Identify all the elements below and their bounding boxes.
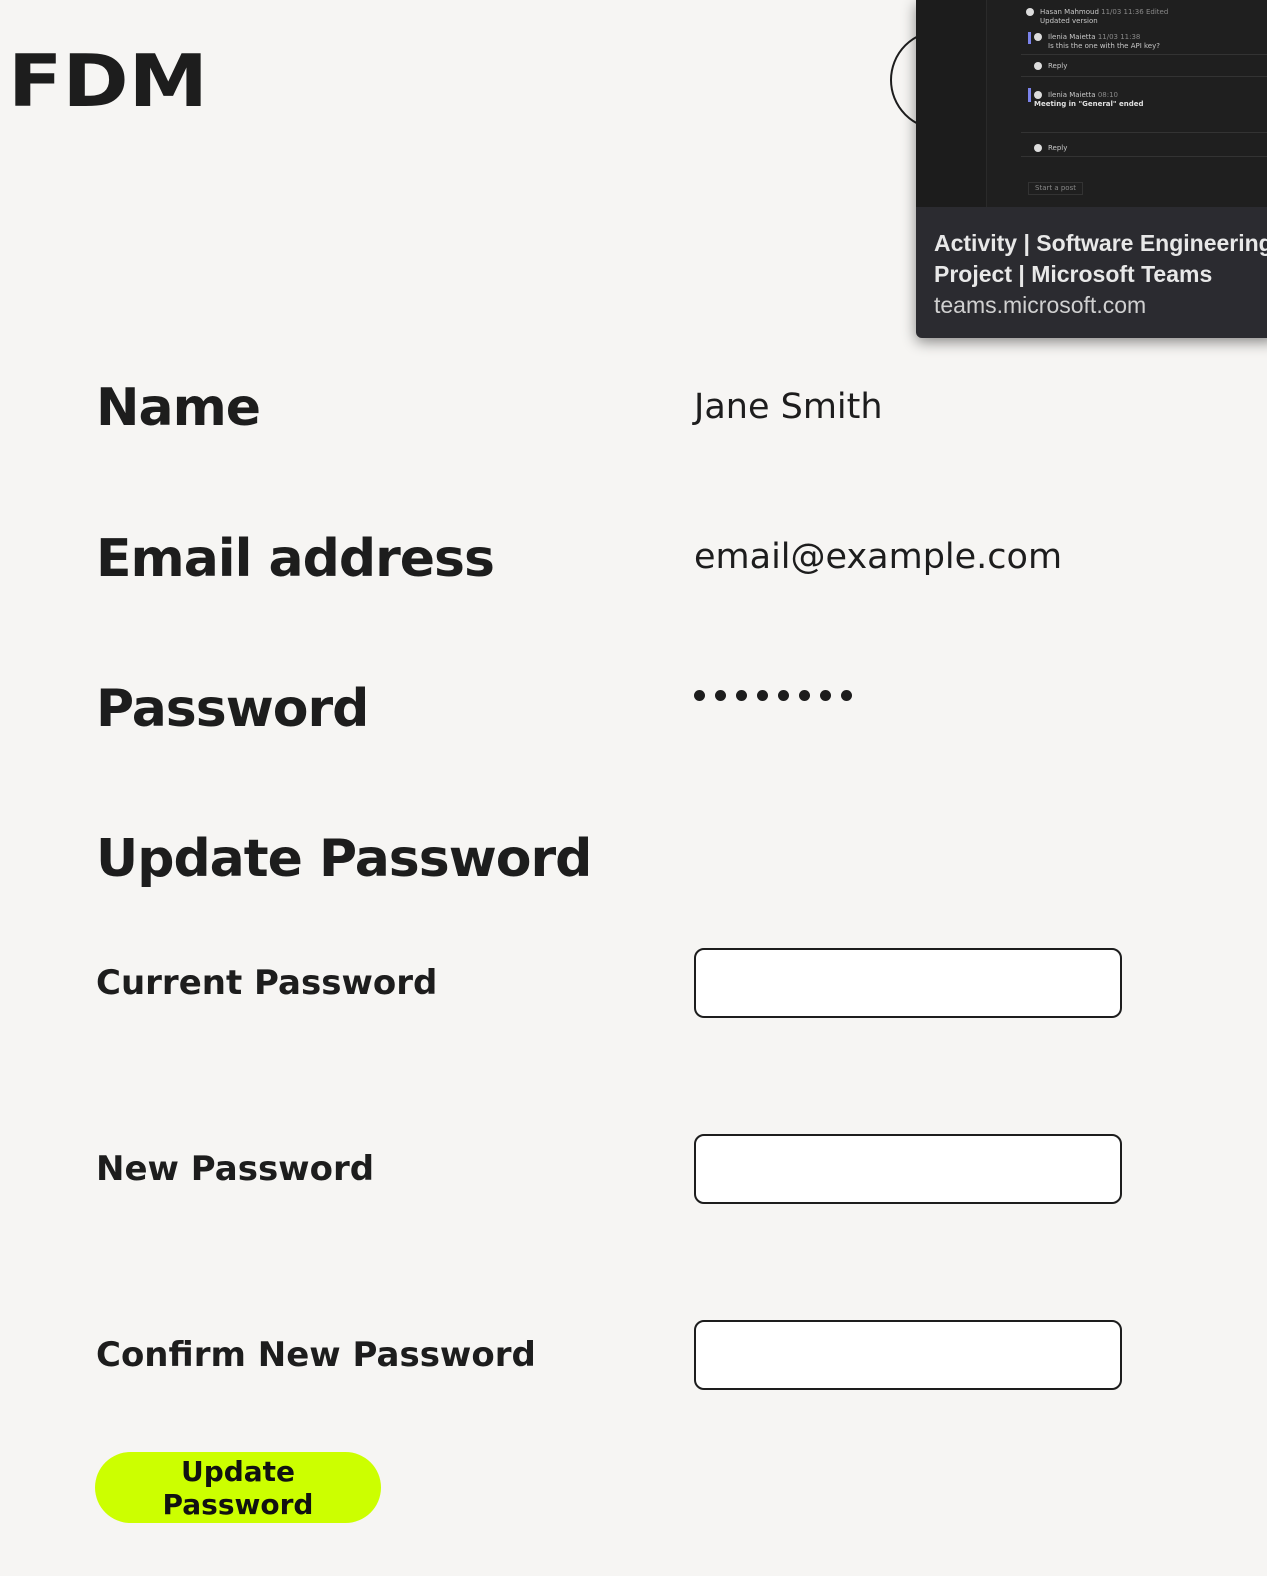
password-dot bbox=[736, 690, 747, 701]
name-value: Jane Smith bbox=[694, 387, 883, 427]
avatar bbox=[1034, 33, 1042, 41]
thumbnail-message: Hasan Mahmoud 11/03 11:36 Edited Updated … bbox=[1026, 8, 1168, 26]
password-label: Password bbox=[96, 679, 369, 739]
password-dot bbox=[778, 690, 789, 701]
confirm-password-input[interactable] bbox=[694, 1320, 1122, 1390]
password-dot bbox=[799, 690, 810, 701]
password-dot bbox=[820, 690, 831, 701]
tab-preview-title: Activity | Software Engineering Project … bbox=[934, 228, 1267, 290]
tab-hover-preview[interactable]: Hasan Mahmoud 11/03 11:36 Edited Updated … bbox=[916, 0, 1267, 338]
divider bbox=[1021, 132, 1267, 133]
new-password-label: New Password bbox=[96, 1149, 375, 1189]
thumbnail-reply: Reply bbox=[1034, 62, 1067, 71]
tab-preview-url: teams.microsoft.com bbox=[934, 292, 1147, 318]
divider bbox=[1021, 76, 1267, 77]
thread-bar bbox=[1028, 32, 1031, 44]
reply-icon bbox=[1034, 62, 1042, 70]
tab-preview-thumbnail: Hasan Mahmoud 11/03 11:36 Edited Updated … bbox=[916, 0, 1267, 207]
update-password-button[interactable]: Update Password bbox=[95, 1452, 381, 1523]
name-label: Name bbox=[96, 378, 261, 438]
current-password-input[interactable] bbox=[694, 948, 1122, 1018]
password-masked-value bbox=[694, 690, 852, 701]
divider bbox=[1021, 156, 1267, 157]
fdm-logo[interactable]: FDM bbox=[8, 40, 213, 110]
new-password-input[interactable] bbox=[694, 1134, 1122, 1204]
email-value: email@example.com bbox=[694, 537, 1063, 577]
current-password-label: Current Password bbox=[96, 963, 438, 1003]
email-label: Email address bbox=[96, 529, 495, 589]
thumbnail-sidebar bbox=[916, 0, 987, 207]
thread-bar bbox=[1028, 88, 1031, 102]
password-dot bbox=[715, 690, 726, 701]
tab-preview-title-line: Project | Microsoft Teams bbox=[934, 261, 1213, 287]
logo-text: FDM bbox=[8, 40, 208, 110]
password-dot bbox=[841, 690, 852, 701]
start-post-button: Start a post bbox=[1028, 182, 1083, 196]
thumbnail-reply: Reply bbox=[1034, 144, 1067, 153]
thumbnail-message: Ilenia Maietta 08:10 Meeting in "General"… bbox=[1034, 91, 1144, 109]
tab-preview-title-line: Activity | Software Engineering bbox=[934, 230, 1267, 256]
password-dot bbox=[757, 690, 768, 701]
reply-icon bbox=[1034, 144, 1042, 152]
avatar bbox=[1026, 8, 1034, 16]
password-dot bbox=[694, 690, 705, 701]
thumbnail-message: Ilenia Maietta 11/03 11:38 Is this the on… bbox=[1034, 33, 1160, 51]
confirm-password-label: Confirm New Password bbox=[96, 1335, 536, 1375]
update-password-heading: Update Password bbox=[96, 829, 592, 889]
divider bbox=[1021, 54, 1267, 55]
avatar bbox=[1034, 91, 1042, 99]
